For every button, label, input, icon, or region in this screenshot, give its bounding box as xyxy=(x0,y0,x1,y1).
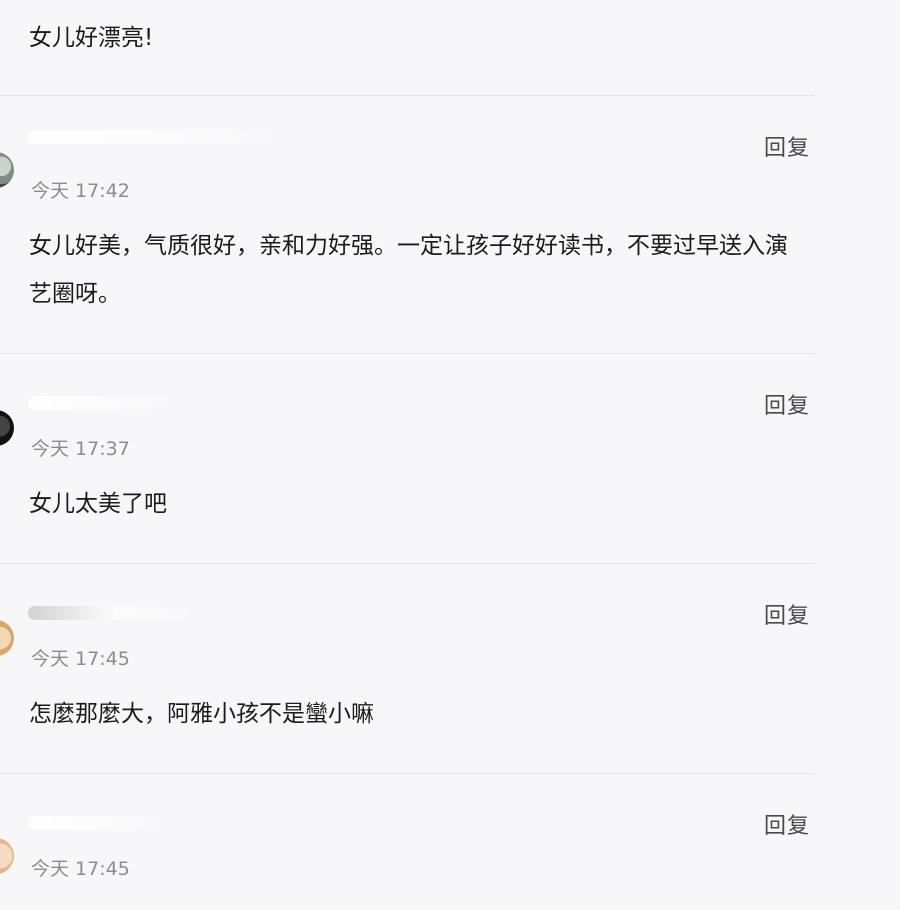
username-redacted xyxy=(28,606,198,620)
comment-item: 女儿好漂亮! xyxy=(0,0,900,96)
reply-button[interactable]: 回复 xyxy=(764,598,810,630)
comment-timestamp: 今天 17:37 xyxy=(31,438,130,460)
comment-feed: 女儿好漂亮! 回复 今天 17:42 女儿好美，气质很好，亲和力好强。一定让孩子… xyxy=(0,0,900,910)
comment-item: 回复 今天 17:37 女儿太美了吧 xyxy=(0,354,900,564)
comment-item: 回复 今天 17:45 怎麼那麼大，阿雅小孩不是蠻小嘛 xyxy=(0,564,900,774)
comment-text: 女儿好漂亮! xyxy=(29,25,154,51)
comment-timestamp: 今天 17:42 xyxy=(31,180,130,202)
comment-timestamp: 今天 17:45 xyxy=(31,648,130,670)
reply-button[interactable]: 回复 xyxy=(764,388,810,420)
user-avatar-icon[interactable] xyxy=(0,410,14,446)
comment-text: 女儿好美，气质很好，亲和力好强。一定让孩子好好读书，不要过早送入演艺圈呀。 xyxy=(29,233,788,307)
comment-text: 怎麼那麼大，阿雅小孩不是蠻小嘛 xyxy=(29,701,374,727)
username-redacted xyxy=(28,130,288,144)
comment-item: 回复 今天 17:42 女儿好美，气质很好，亲和力好强。一定让孩子好好读书，不要… xyxy=(0,96,900,354)
comment-timestamp: 今天 17:45 xyxy=(31,858,130,880)
reply-button[interactable]: 回复 xyxy=(764,130,810,162)
user-avatar-icon[interactable] xyxy=(0,152,14,188)
username-redacted xyxy=(28,396,178,410)
username-redacted xyxy=(28,816,168,830)
user-avatar-icon[interactable] xyxy=(0,620,14,656)
reply-button[interactable]: 回复 xyxy=(764,808,810,840)
comment-text: 女儿太美了吧 xyxy=(29,491,167,517)
comment-item: 回复 今天 17:45 xyxy=(0,774,900,910)
user-avatar-icon[interactable] xyxy=(0,838,14,874)
